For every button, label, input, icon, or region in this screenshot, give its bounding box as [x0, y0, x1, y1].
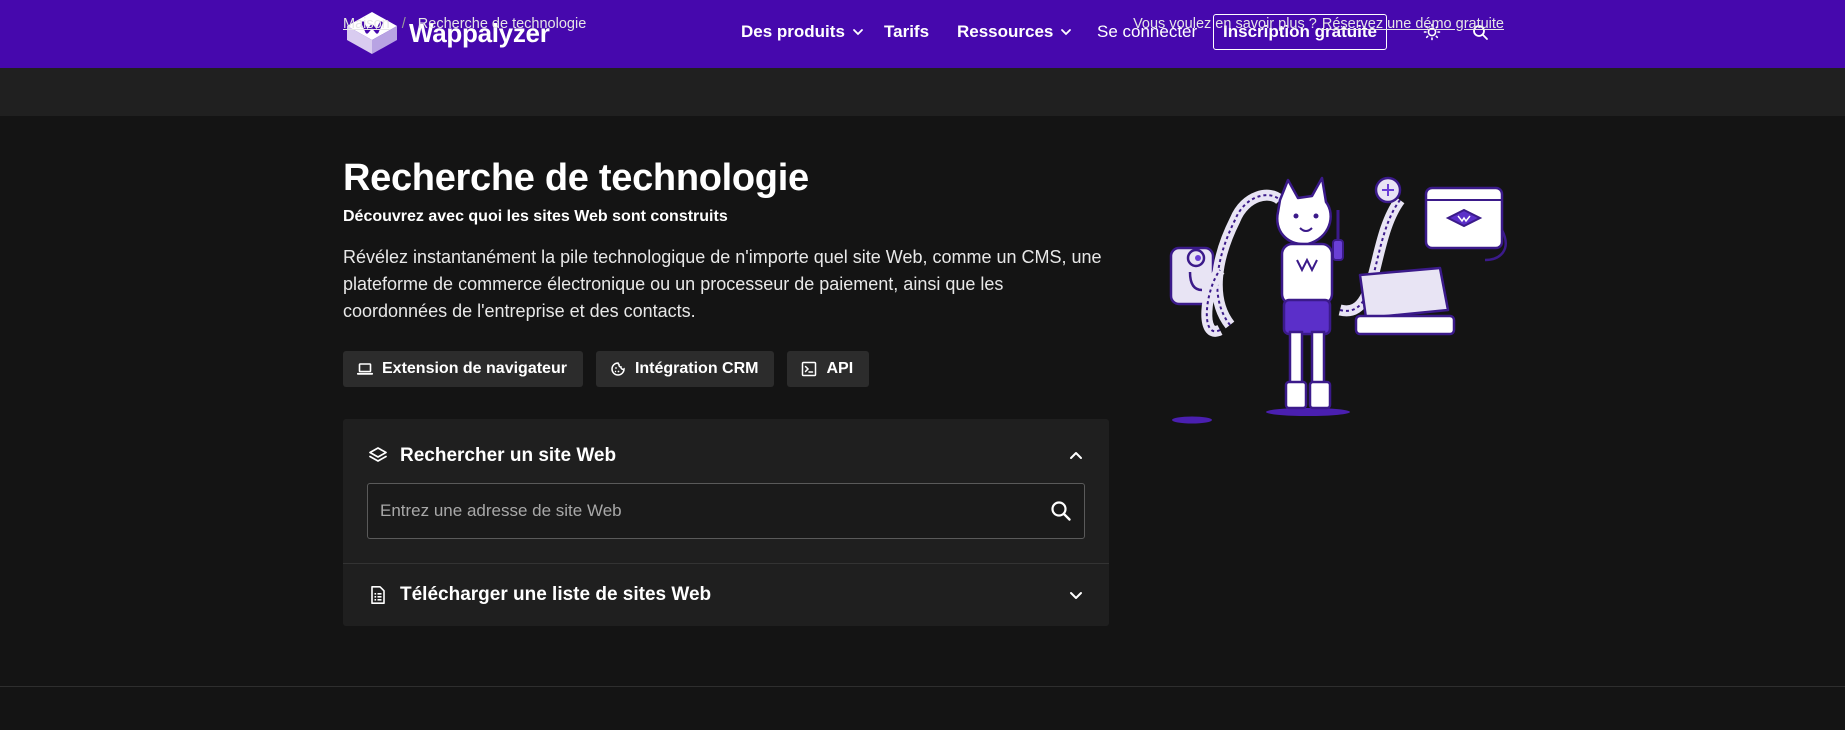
- terminal-icon: [802, 361, 817, 377]
- chevron-up-icon: [1070, 452, 1082, 459]
- chevron-down-icon: [1061, 29, 1072, 36]
- nav-products-label: Des produits: [741, 22, 845, 41]
- upload-list-label: Télécharger une liste de sites Web: [400, 584, 712, 605]
- page-title: Recherche de technologie: [343, 157, 809, 199]
- section-divider: [0, 686, 1845, 687]
- panel-divider: [343, 563, 1109, 564]
- demo-cta-text: Vous voulez en savoir plus ?: [1133, 16, 1317, 32]
- breadcrumb-separator: /: [401, 16, 406, 32]
- chevron-down-icon: [1070, 592, 1082, 599]
- breadcrumb-bar: [0, 68, 1845, 116]
- browser-extension-label: Extension de navigateur: [382, 360, 567, 377]
- website-lookup-panel: Rechercher un site Web Télécharger une l…: [343, 419, 1109, 626]
- website-address-input[interactable]: [380, 501, 1050, 521]
- laptop-icon: [357, 363, 373, 375]
- demo-cta-link[interactable]: Réservez une démo gratuite: [1322, 16, 1504, 32]
- nav-products[interactable]: Des produits: [741, 14, 865, 50]
- demo-cta: Vous voulez en savoir plus ? Réservez un…: [1133, 0, 1504, 48]
- search-website-label: Rechercher un site Web: [400, 445, 617, 466]
- page-subtitle: Découvrez avec quoi les sites Web sont c…: [343, 208, 728, 225]
- breadcrumb: Maison / Recherche de technologie: [343, 0, 586, 48]
- nav-pricing-label: Tarifs: [884, 22, 930, 41]
- product-chips: Extension de navigateur Intégration CRM …: [343, 351, 870, 387]
- crm-integration-chip[interactable]: Intégration CRM: [595, 351, 775, 387]
- mascot-illustration: [1169, 176, 1507, 424]
- nav-pricing[interactable]: Tarifs: [884, 14, 929, 50]
- search-icon[interactable]: [1050, 500, 1072, 522]
- chevron-down-icon: [853, 29, 863, 36]
- nav-resources[interactable]: Ressources: [957, 14, 1073, 50]
- cookie-icon: [611, 362, 625, 376]
- search-website-section-toggle[interactable]: Rechercher un site Web: [368, 440, 1084, 472]
- breadcrumb-home-link[interactable]: Maison: [343, 16, 390, 32]
- page-description: Révélez instantanément la pile technolog…: [343, 247, 1102, 321]
- browser-extension-chip[interactable]: Extension de navigateur: [343, 351, 583, 387]
- crm-integration-label: Intégration CRM: [634, 360, 759, 377]
- website-search-box: [367, 483, 1085, 539]
- layers-icon: [369, 447, 387, 462]
- api-label: API: [826, 360, 854, 377]
- breadcrumb-current: Recherche de technologie: [417, 16, 587, 32]
- upload-list-section-toggle[interactable]: Télécharger une liste de sites Web: [368, 579, 1084, 611]
- file-list-icon: [371, 586, 385, 604]
- api-chip[interactable]: API: [787, 351, 870, 387]
- nav-resources-label: Ressources: [957, 22, 1054, 41]
